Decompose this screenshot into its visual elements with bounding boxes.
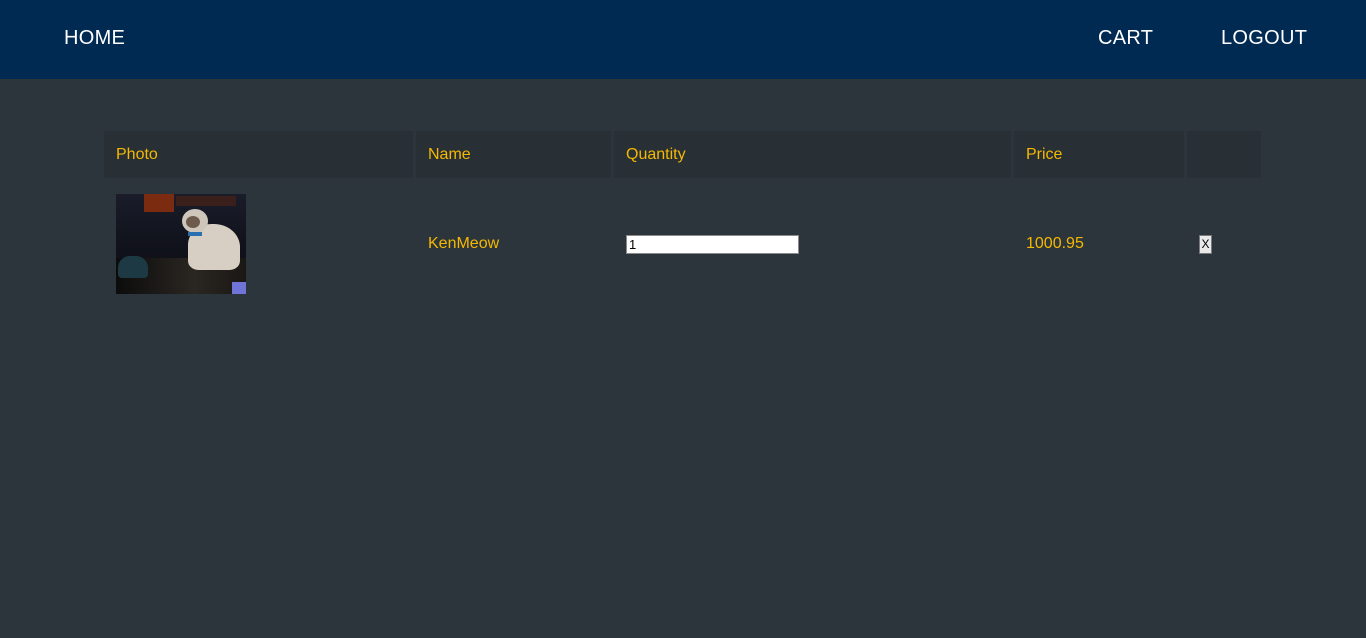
cell-price: 1000.95: [1026, 235, 1084, 252]
header-quantity: Quantity: [614, 131, 1014, 178]
nav-home-link[interactable]: HOME: [64, 27, 125, 50]
remove-item-button[interactable]: X: [1199, 234, 1212, 254]
cell-action: X: [1187, 178, 1261, 310]
header-photo: Photo: [104, 131, 416, 178]
nav-cart-link[interactable]: CART: [1098, 27, 1153, 50]
quantity-input[interactable]: [626, 234, 799, 254]
header-action: [1187, 131, 1261, 178]
header-name: Name: [416, 131, 614, 178]
cat-photo: [116, 194, 246, 294]
cell-name: KenMeow: [428, 235, 500, 252]
nav-logout-link[interactable]: LOGOUT: [1221, 27, 1307, 50]
cart-header-row: Photo Name Quantity Price: [104, 131, 1261, 178]
cell-photo: [104, 178, 416, 310]
cart-item-row: KenMeow 1000.95 X: [104, 178, 1261, 310]
top-navbar: HOME CART LOGOUT: [0, 0, 1366, 79]
header-price: Price: [1014, 131, 1187, 178]
cart-table: Photo Name Quantity Price KenMeow 1 1000…: [104, 131, 1261, 310]
cell-quantity: [614, 178, 1014, 310]
